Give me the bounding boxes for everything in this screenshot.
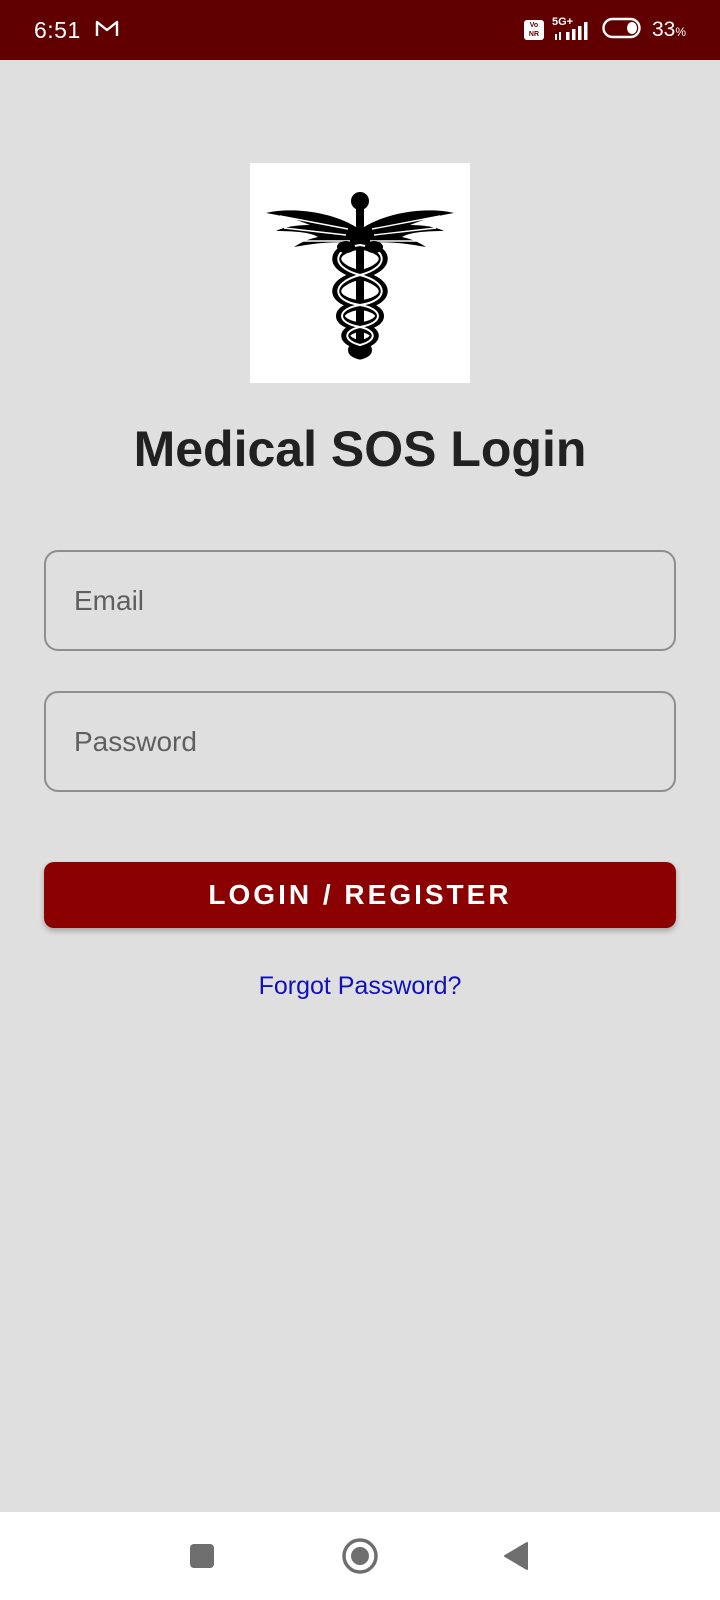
battery-percent: 33% [651,18,686,41]
triangle-back-icon [504,1542,528,1570]
app-logo [250,163,470,383]
page-title: Medical SOS Login [133,421,587,477]
volte-nr-badge: Vo NR [523,20,544,40]
navigation-bar [0,1512,720,1600]
status-bar: 6:51 Vo NR 5G+ 33% [0,0,720,60]
recents-button[interactable] [180,1534,224,1578]
home-button[interactable] [338,1534,382,1578]
circle-icon [342,1538,378,1574]
email-input[interactable] [74,552,674,649]
login-register-button[interactable]: LOGIN / REGISTER [44,862,676,928]
password-field[interactable] [44,691,676,792]
battery-icon [602,17,644,44]
status-left: 6:51 [34,17,119,44]
status-right: Vo NR 5G+ 33% [523,16,686,44]
password-input[interactable] [74,693,674,790]
status-time: 6:51 [34,16,81,43]
forgot-password-link[interactable]: Forgot Password? [0,972,720,1001]
email-field[interactable] [44,550,676,651]
caduceus-icon [266,192,454,360]
back-button[interactable] [494,1534,538,1578]
square-icon [190,1544,214,1568]
signal-icon: 5G+ [552,16,594,42]
gmail-icon [95,19,119,42]
